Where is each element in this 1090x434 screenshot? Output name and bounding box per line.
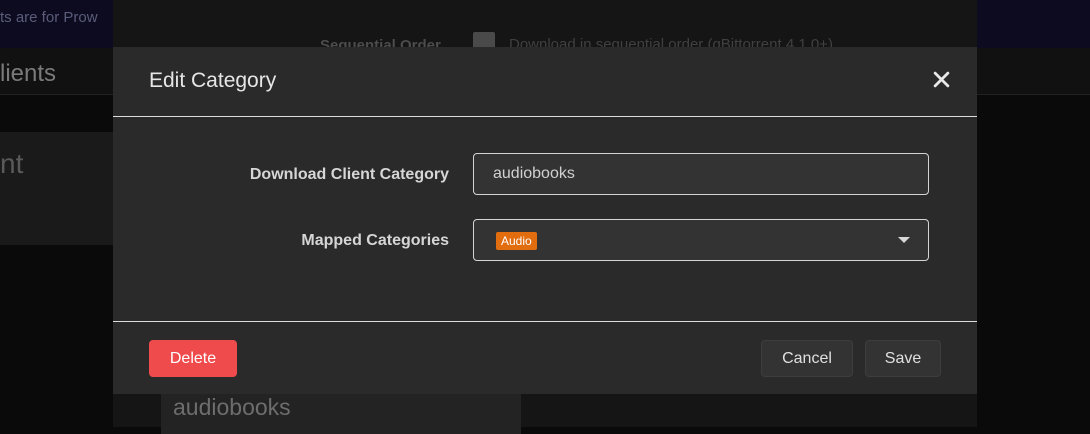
close-icon: [933, 71, 949, 87]
category-card-title: audiobooks: [173, 394, 291, 420]
info-banner-text: ts are for Prow: [0, 9, 98, 26]
edit-category-modal: Edit Category Download Client Category a…: [113, 47, 977, 394]
page-title: lients: [0, 60, 57, 87]
modal-footer: Delete Cancel Save: [113, 321, 977, 395]
mapped-categories-select[interactable]: Audio: [473, 219, 929, 261]
background-card-text: nt: [0, 148, 24, 179]
modal-header: Edit Category: [113, 47, 977, 117]
close-button[interactable]: [927, 65, 955, 93]
delete-button[interactable]: Delete: [149, 340, 237, 377]
save-button[interactable]: Save: [865, 340, 941, 377]
chevron-down-icon: [898, 237, 910, 243]
modal-title: Edit Category: [149, 69, 277, 92]
client-category-label: Download Client Category: [249, 166, 449, 183]
category-tag: Audio: [496, 232, 537, 250]
cancel-button[interactable]: Cancel: [761, 340, 853, 377]
mapped-categories-label: Mapped Categories: [301, 232, 449, 249]
client-category-input[interactable]: audiobooks: [473, 153, 929, 195]
